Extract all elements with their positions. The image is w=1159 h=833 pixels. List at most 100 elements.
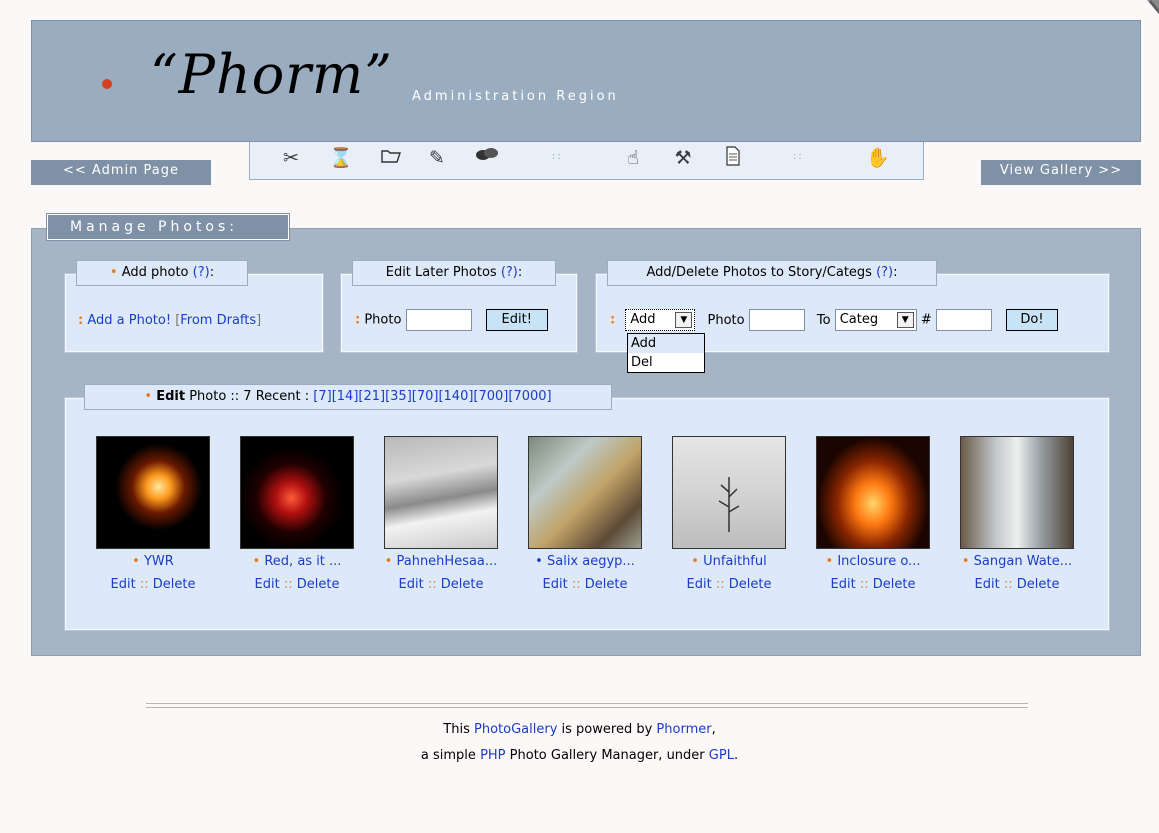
- php-link[interactable]: PHP: [480, 748, 505, 763]
- photo-caption: • PahnehHesaa...: [384, 554, 498, 569]
- action-select[interactable]: Add ▼: [625, 309, 696, 331]
- recent-7000-link[interactable]: [7000]: [508, 389, 551, 404]
- chevron-down-icon: ▼: [675, 312, 693, 328]
- edit-photo-link[interactable]: Edit: [255, 577, 280, 592]
- recent-14-link[interactable]: [14]: [332, 389, 359, 404]
- photo-thumbnail-ywr[interactable]: [96, 436, 210, 549]
- photo-ops: Edit :: Delete: [542, 577, 628, 592]
- waving-hand-icon[interactable]: ✋: [865, 146, 891, 170]
- edit-later-photo-input[interactable]: [405, 309, 472, 331]
- recent-70-link[interactable]: [70]: [412, 389, 439, 404]
- recent-140-link[interactable]: [140]: [438, 389, 473, 404]
- photo-ops: Edit :: Delete: [686, 577, 772, 592]
- photo-label: Photo: [364, 312, 402, 328]
- story-categs-title: Add/Delete Photos to Story/Categs (?):: [607, 260, 937, 286]
- delete-photo-link[interactable]: Delete: [1017, 577, 1060, 592]
- photo-title-link[interactable]: Salix aegyp...: [547, 554, 635, 569]
- footer-line-1: This PhotoGallery is powered by Phormer,: [443, 722, 716, 737]
- tools-icon[interactable]: ⚒: [670, 146, 696, 170]
- edit-photo-link[interactable]: Edit: [975, 577, 1000, 592]
- delete-photo-link[interactable]: Delete: [873, 577, 916, 592]
- add-photo-row: : Add a Photo! [From Drafts]: [78, 313, 262, 328]
- photo-thumbnail-sangan[interactable]: [960, 436, 1074, 549]
- document-icon[interactable]: [720, 146, 746, 170]
- edit-photo-link[interactable]: Edit: [831, 577, 856, 592]
- corner-curl-icon: [1147, 0, 1159, 14]
- logo: “Phorm”: [150, 43, 393, 106]
- edit-icon[interactable]: ✎: [424, 146, 450, 170]
- folder-icon[interactable]: [378, 146, 404, 170]
- scissors-icon[interactable]: ✂: [278, 146, 304, 170]
- recent-7-link[interactable]: [7]: [313, 389, 331, 404]
- photo-title-link[interactable]: Red, as it ...: [264, 554, 341, 569]
- edit-button[interactable]: Edit!: [485, 309, 548, 331]
- to-label: To: [816, 312, 831, 328]
- add-photo-link[interactable]: Add a Photo!: [87, 313, 171, 328]
- logo-dot: [102, 79, 112, 89]
- header-banner: “Phorm” Administration Region: [31, 20, 1141, 142]
- dropdown-option-add[interactable]: Add: [628, 334, 704, 353]
- action-dropdown-list: Add Del: [627, 333, 705, 373]
- toolbar-separator: ::: [552, 151, 563, 162]
- story-photo-input[interactable]: [748, 309, 805, 331]
- edit-later-title: Edit Later Photos (?):: [352, 260, 556, 286]
- recent-photos-title: • Edit Photo :: 7 Recent : [7][14][21][3…: [84, 384, 612, 410]
- photo-ops: Edit :: Delete: [398, 577, 484, 592]
- edit-photo-link[interactable]: Edit: [543, 577, 568, 592]
- delete-photo-link[interactable]: Delete: [297, 577, 340, 592]
- footer-divider: [146, 703, 1028, 708]
- delete-photo-link[interactable]: Delete: [585, 577, 628, 592]
- recent-21-link[interactable]: [21]: [358, 389, 385, 404]
- delete-photo-link[interactable]: Delete: [153, 577, 196, 592]
- edit-photo-link[interactable]: Edit: [687, 577, 712, 592]
- add-photo-title: • Add photo (?):: [76, 260, 248, 286]
- photo-title-link[interactable]: Inclosure o...: [837, 554, 920, 569]
- do-button[interactable]: Do!: [1006, 309, 1059, 331]
- add-photo-help-link[interactable]: (?): [193, 265, 210, 280]
- hourglass-icon[interactable]: ⌛: [328, 146, 354, 170]
- edit-later-help-link[interactable]: (?): [501, 265, 518, 280]
- hash-label: #: [920, 312, 932, 328]
- recent-700-link[interactable]: [700]: [473, 389, 508, 404]
- photo-ops: Edit :: Delete: [830, 577, 916, 592]
- photo-thumbnail-salix[interactable]: [528, 436, 642, 549]
- gpl-link[interactable]: GPL: [709, 748, 734, 763]
- phormer-link[interactable]: Phormer: [656, 722, 711, 737]
- photo-caption: • YWR: [132, 554, 174, 569]
- photo-caption: • Inclosure o...: [825, 554, 921, 569]
- edit-photo-link[interactable]: Edit: [399, 577, 424, 592]
- view-gallery-button[interactable]: View Gallery >>: [981, 160, 1141, 185]
- photo-caption: • Unfaithful: [691, 554, 767, 569]
- photo-caption: • Salix aegyp...: [535, 554, 635, 569]
- photo-title-link[interactable]: YWR: [144, 554, 174, 569]
- manage-photos-title: Manage Photos:: [47, 214, 289, 240]
- chevron-down-icon: ▼: [896, 312, 914, 328]
- comments-icon[interactable]: [474, 146, 500, 170]
- photo-title-link[interactable]: PahnehHesaa...: [396, 554, 497, 569]
- photo-ops: Edit :: Delete: [974, 577, 1060, 592]
- story-help-link[interactable]: (?): [876, 265, 893, 280]
- photo-thumbnail-unfaithful[interactable]: [672, 436, 786, 549]
- edit-later-row: : Photo Edit!: [355, 309, 548, 331]
- photo-thumbnail-inclosure[interactable]: [816, 436, 930, 549]
- edit-photo-link[interactable]: Edit: [111, 577, 136, 592]
- dropdown-option-del[interactable]: Del: [628, 353, 704, 372]
- footer-line-2: a simple PHP Photo Gallery Manager, unde…: [420, 748, 739, 763]
- recent-35-link[interactable]: [35]: [385, 389, 412, 404]
- admin-page-button[interactable]: << Admin Page: [31, 160, 211, 185]
- photo-thumbnail-red[interactable]: [240, 436, 354, 549]
- photogallery-link[interactable]: PhotoGallery: [474, 722, 557, 737]
- admin-toolbar: ✂ ⌛ ✎ :: ☝ ⚒ :: ✋: [249, 142, 924, 180]
- photo-label: Photo: [707, 312, 745, 328]
- target-select[interactable]: Categ ▼: [834, 309, 917, 331]
- photo-title-link[interactable]: Sangan Wate...: [974, 554, 1073, 569]
- photo-ops: Edit :: Delete: [254, 577, 340, 592]
- from-drafts-link[interactable]: From Drafts: [180, 313, 256, 328]
- photo-thumbnail-pahneh[interactable]: [384, 436, 498, 549]
- delete-photo-link[interactable]: Delete: [441, 577, 484, 592]
- hand-pointer-icon[interactable]: ☝: [620, 146, 646, 170]
- photo-caption: • Sangan Wate...: [961, 554, 1073, 569]
- story-number-input[interactable]: [935, 309, 992, 331]
- delete-photo-link[interactable]: Delete: [729, 577, 772, 592]
- photo-title-link[interactable]: Unfaithful: [703, 554, 767, 569]
